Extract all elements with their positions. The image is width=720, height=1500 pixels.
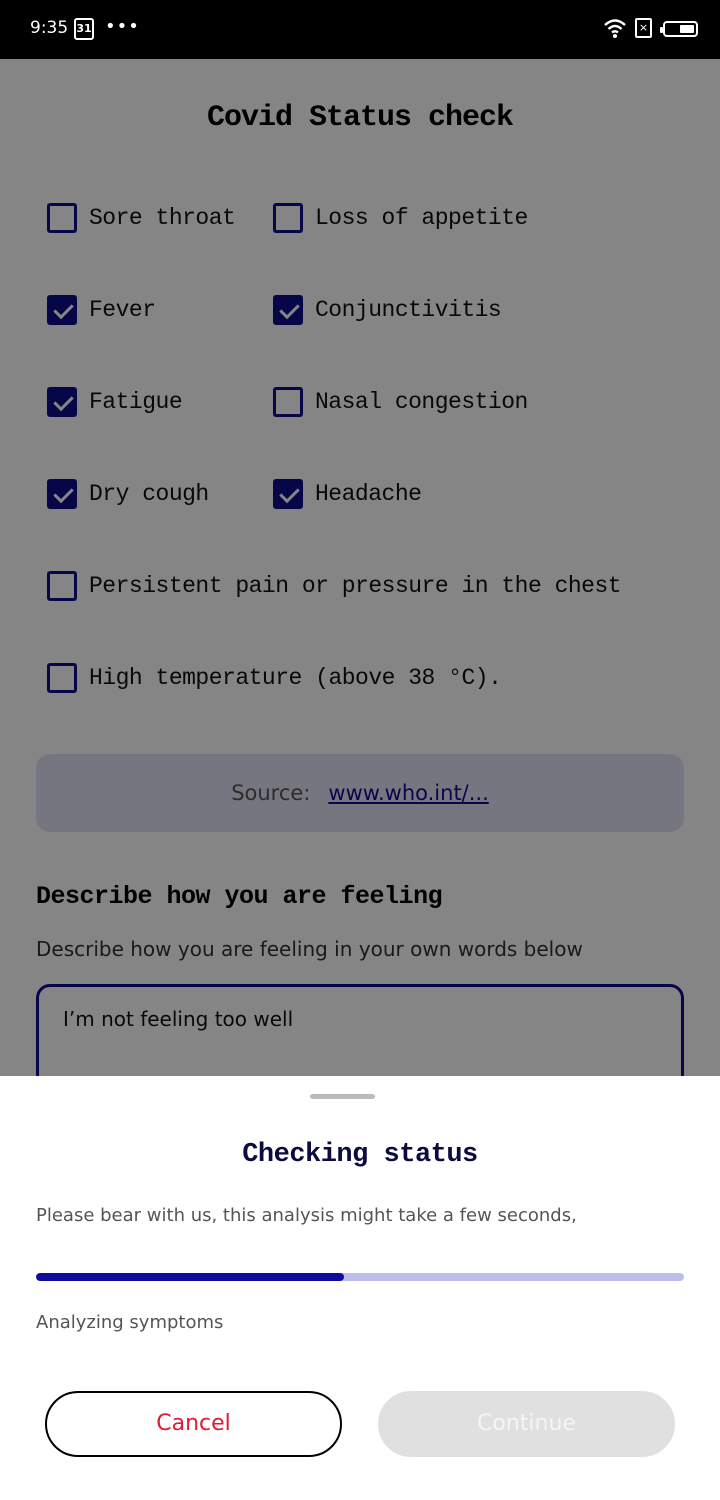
more-notifications-icon: ••• — [105, 16, 140, 37]
sheet-title: Checking status — [242, 1140, 478, 1170]
progress-bar — [36, 1273, 684, 1281]
battery-icon — [660, 21, 698, 37]
calendar-icon: 31 — [74, 18, 94, 40]
sheet-drag-handle[interactable] — [310, 1094, 375, 1099]
sheet-description: Please bear with us, this analysis might… — [36, 1205, 577, 1226]
no-sim-icon: × — [635, 18, 652, 38]
progress-label: Analyzing symptoms — [36, 1312, 224, 1333]
wifi-icon — [604, 19, 626, 38]
modal-scrim[interactable] — [0, 59, 720, 1076]
cancel-button[interactable]: Cancel — [45, 1391, 342, 1457]
checking-status-sheet: Checking status Please bear with us, thi… — [0, 1076, 720, 1500]
status-bar: 9:35 31 ••• × — [0, 0, 720, 59]
status-time: 9:35 — [30, 18, 69, 38]
continue-button[interactable]: Continue — [378, 1391, 675, 1457]
progress-fill — [36, 1273, 344, 1281]
